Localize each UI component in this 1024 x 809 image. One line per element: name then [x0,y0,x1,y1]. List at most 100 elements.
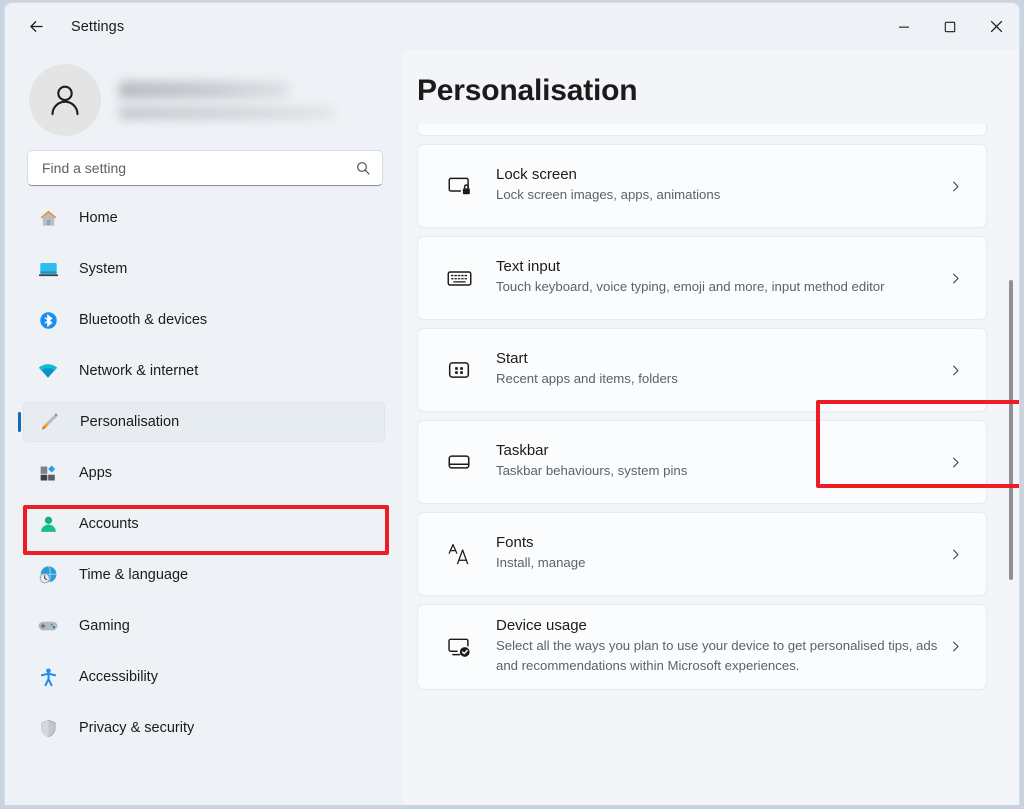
sidebar-item-home[interactable]: Home [23,198,385,238]
card-text: Taskbar Taskbar behaviours, system pins [496,430,944,493]
account-identity [119,81,334,120]
card-description: Taskbar behaviours, system pins [496,461,944,481]
chevron-right-icon[interactable] [944,179,966,194]
start-menu-icon [442,357,476,383]
sidebar-item-accounts[interactable]: Accounts [23,504,385,544]
bluetooth-icon [35,308,61,332]
home-icon [35,206,61,230]
sidebar-item-bluetooth-devices[interactable]: Bluetooth & devices [23,300,385,340]
minimize-button[interactable] [881,3,927,50]
close-button[interactable] [973,3,1019,50]
sidebar-item-personalisation[interactable]: Personalisation [23,402,385,442]
chevron-right-icon[interactable] [944,271,966,286]
page-title: Personalisation [403,50,1019,108]
close-icon [990,20,1003,33]
sidebar: Home System [5,50,403,805]
maximize-button[interactable] [927,3,973,50]
sidebar-item-label: Bluetooth & devices [79,312,207,328]
card-partial-above [417,124,987,136]
sidebar-item-label: Privacy & security [79,720,194,736]
chevron-right-icon[interactable] [944,547,966,562]
card-device-usage[interactable]: Device usage Select all the ways you pla… [417,604,987,690]
search-icon[interactable] [355,160,371,176]
window-body: Home System [5,50,1019,805]
taskbar-icon [442,449,476,475]
card-text-input[interactable]: Text input Touch keyboard, voice typing,… [417,236,987,320]
title-bar: Settings [5,3,1019,50]
card-text: Fonts Install, manage [496,522,944,585]
network-icon [35,359,61,383]
lock-screen-icon [442,173,476,199]
sidebar-nav: Home System [5,198,403,748]
account-name-redacted [119,81,289,99]
card-title: Start [496,350,944,367]
card-text: Lock screen Lock screen images, apps, an… [496,154,944,217]
maximize-icon [944,21,956,33]
card-text: Start Recent apps and items, folders [496,338,944,401]
card-title: Fonts [496,534,944,551]
card-text: Device usage Select all the ways you pla… [496,605,944,689]
back-button[interactable] [17,10,55,44]
fonts-icon [442,539,476,569]
clock-globe-icon [35,563,61,587]
chevron-right-icon[interactable] [944,639,966,654]
card-description: Touch keyboard, voice typing, emoji and … [496,277,944,297]
card-lock-screen[interactable]: Lock screen Lock screen images, apps, an… [417,144,987,228]
system-icon [35,257,61,281]
device-usage-icon [442,634,476,660]
sidebar-item-label: Gaming [79,618,130,634]
search-container [5,136,403,186]
accounts-icon [35,512,61,536]
chevron-right-icon[interactable] [944,455,966,470]
sidebar-item-time-language[interactable]: Time & language [23,555,385,595]
main-content: Personalisation Lock screen Lock sc [403,50,1019,805]
scrollbar-track[interactable] [1008,128,1014,797]
sidebar-item-accessibility[interactable]: Accessibility [23,657,385,697]
card-title: Lock screen [496,166,944,183]
card-description: Lock screen images, apps, animations [496,185,944,205]
back-arrow-icon [27,17,46,36]
settings-card-list: Lock screen Lock screen images, apps, an… [403,124,1019,805]
sidebar-item-apps[interactable]: Apps [23,453,385,493]
keyboard-icon [442,265,476,292]
sidebar-item-label: Accounts [79,516,139,532]
card-taskbar[interactable]: Taskbar Taskbar behaviours, system pins [417,420,987,504]
chevron-right-icon[interactable] [944,363,966,378]
sidebar-item-label: Network & internet [79,363,198,379]
minimize-icon [898,21,910,33]
card-description: Select all the ways you plan to use your… [496,636,944,677]
sidebar-item-privacy-security[interactable]: Privacy & security [23,708,385,748]
sidebar-item-label: Personalisation [80,414,179,430]
avatar [29,64,101,136]
settings-window: Settings [4,2,1020,805]
apps-icon [35,461,61,485]
card-title: Device usage [496,617,944,634]
gamepad-icon [35,614,61,638]
sidebar-item-gaming[interactable]: Gaming [23,606,385,646]
account-block[interactable] [5,50,403,136]
sidebar-item-network-internet[interactable]: Network & internet [23,351,385,391]
sidebar-item-label: Apps [79,465,112,481]
card-description: Recent apps and items, folders [496,369,944,389]
sidebar-item-system[interactable]: System [23,249,385,289]
person-avatar-icon [45,80,85,120]
window-controls [881,3,1019,50]
card-start[interactable]: Start Recent apps and items, folders [417,328,987,412]
card-description: Install, manage [496,553,944,573]
card-fonts[interactable]: Fonts Install, manage [417,512,987,596]
card-title: Taskbar [496,442,944,459]
app-title: Settings [71,19,124,35]
scrollbar-thumb[interactable] [1009,280,1013,580]
search-input[interactable] [42,160,355,176]
sidebar-item-label: System [79,261,127,277]
card-title: Text input [496,258,944,275]
sidebar-item-label: Home [79,210,118,226]
accessibility-icon [35,665,61,689]
sidebar-item-label: Time & language [79,567,188,583]
paintbrush-icon [36,410,62,434]
sidebar-item-label: Accessibility [79,669,158,685]
search-box[interactable] [27,150,383,186]
card-text: Text input Touch keyboard, voice typing,… [496,246,944,309]
account-email-redacted [119,106,334,120]
shield-icon [35,716,61,740]
